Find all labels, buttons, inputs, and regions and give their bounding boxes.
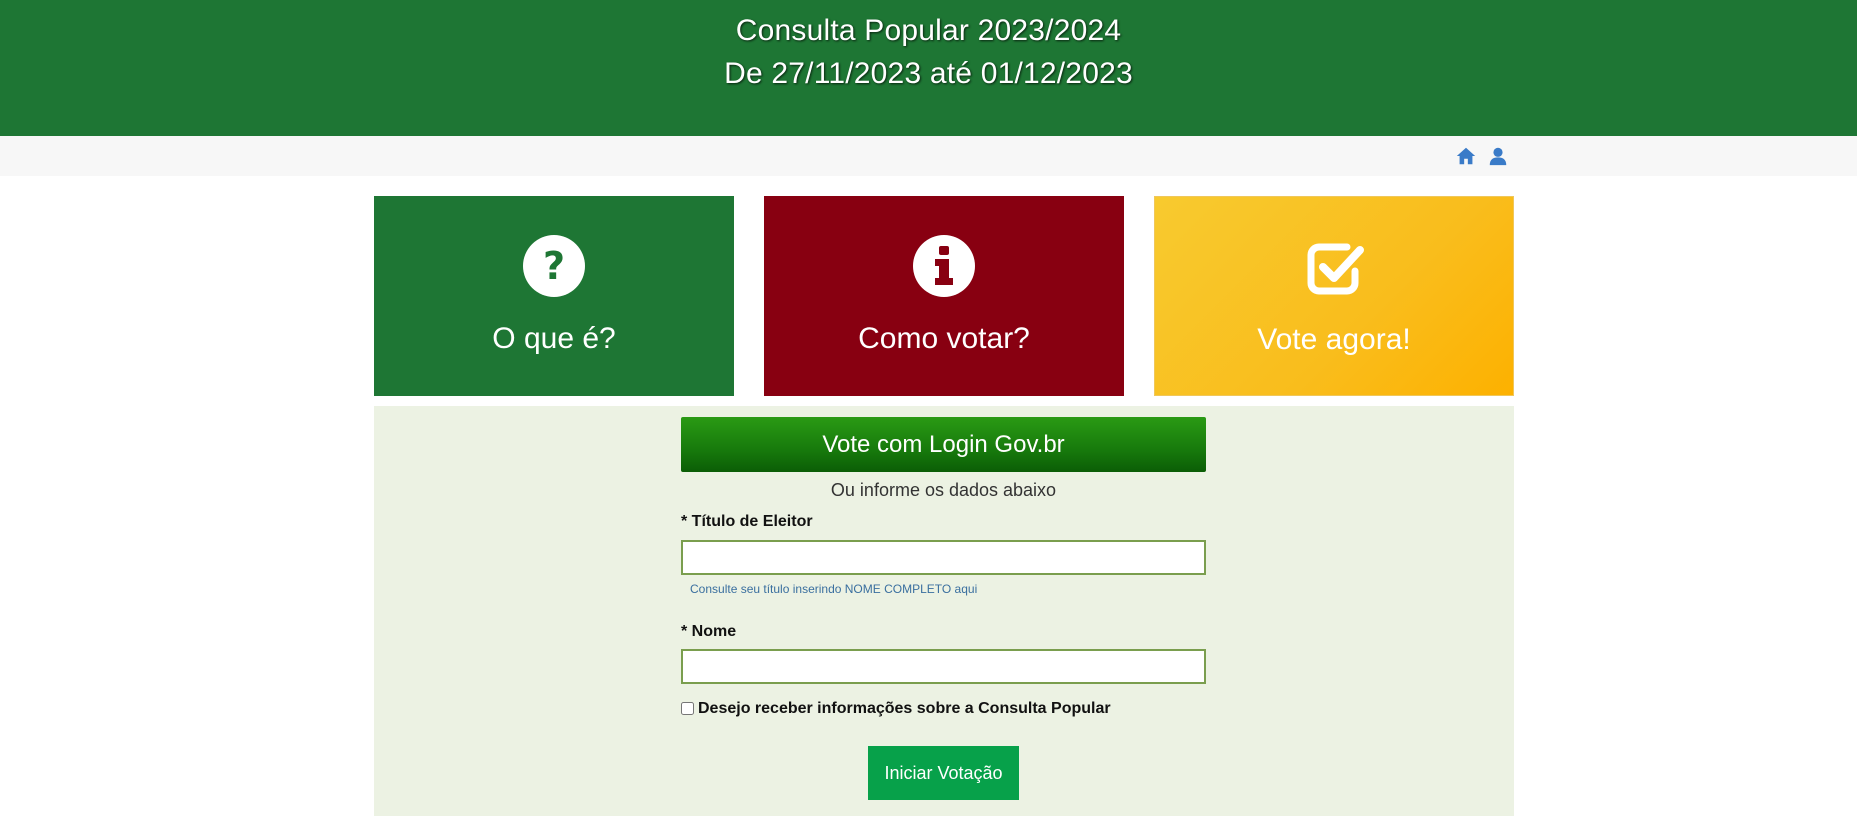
check-square-icon (1307, 243, 1364, 295)
user-icon[interactable] (1487, 145, 1509, 167)
tile-label: Vote agora! (1257, 323, 1411, 356)
question-circle-icon: ? (523, 235, 585, 297)
tile-label: Como votar? (858, 322, 1030, 355)
or-text: Ou informe os dados abaixo (830, 480, 1057, 500)
voter-id-input[interactable] (681, 540, 1206, 575)
name-input[interactable] (681, 649, 1206, 684)
start-voting-button[interactable]: Iniciar Votação (868, 746, 1019, 800)
page-header: Consulta Popular 2023/2024 De 27/11/2023… (0, 0, 1857, 136)
tile-how-to-vote[interactable]: Como votar? (764, 196, 1124, 396)
newsletter-label: Desejo receber informações sobre a Consu… (698, 700, 1111, 717)
info-circle-icon (913, 235, 975, 297)
name-label: * Nome (681, 623, 737, 640)
svg-text:?: ? (543, 244, 565, 288)
vote-form-panel: Vote com Login Gov.br Ou informe os dado… (374, 406, 1514, 816)
tile-what-is[interactable]: ? O que é? (374, 196, 734, 396)
tile-label: O que é? (492, 322, 616, 355)
govbr-login-button[interactable]: Vote com Login Gov.br (681, 417, 1206, 472)
voter-id-help-link[interactable]: Consulte seu título inserindo NOME COMPL… (690, 582, 977, 596)
voter-id-label: * Título de Eleitor (681, 513, 813, 530)
home-icon[interactable] (1455, 145, 1477, 167)
page-title: Consulta Popular 2023/2024 (735, 14, 1122, 47)
voting-period: De 27/11/2023 até 01/12/2023 (724, 57, 1133, 90)
top-navbar (0, 136, 1857, 176)
tile-vote-now[interactable]: Vote agora! (1154, 196, 1514, 396)
newsletter-checkbox[interactable] (681, 702, 694, 715)
